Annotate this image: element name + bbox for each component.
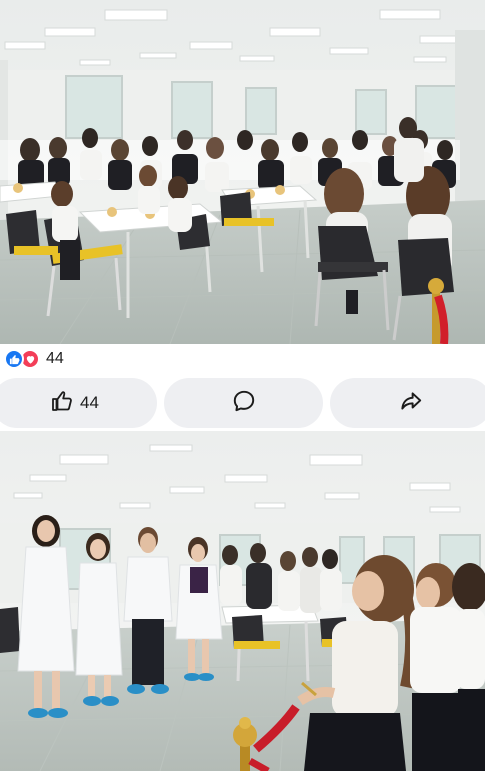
reactions-summary[interactable]: 44 [0,344,485,374]
cafeteria-photo [0,0,485,344]
comment-bubble-icon [231,388,257,419]
share-button[interactable] [330,378,485,428]
share-arrow-icon [398,388,424,419]
post-actions: 44 [0,378,485,428]
reactions-count: 44 [46,350,64,367]
like-icon [4,349,24,369]
ribbon-ceremony-photo [0,431,485,771]
post-photo-bottom[interactable] [0,431,485,771]
comment-button[interactable] [164,378,323,428]
like-button[interactable]: 44 [0,378,157,428]
like-count: 44 [80,393,99,412]
post-photo-top[interactable] [0,0,485,344]
thumbs-up-icon [50,389,74,418]
